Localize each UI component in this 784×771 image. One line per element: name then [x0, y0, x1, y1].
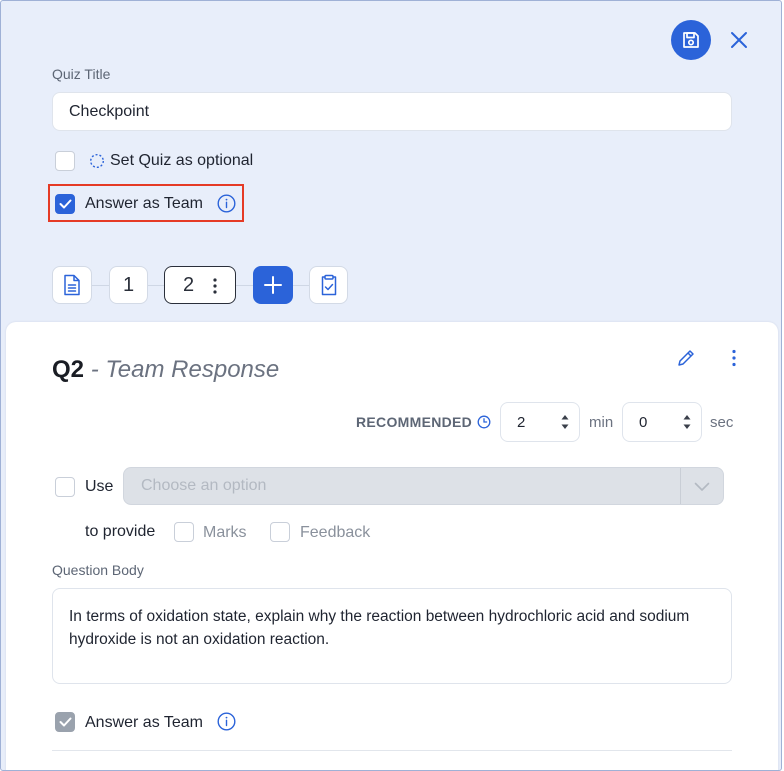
toolbar-connector [235, 285, 255, 286]
question-answer-as-team-label: Answer as Team [85, 714, 203, 731]
dotted-circle-icon [89, 153, 105, 169]
use-label: Use [85, 478, 114, 495]
question-tab-2[interactable]: 2 [164, 266, 236, 304]
minutes-value: 2 [517, 413, 526, 431]
quiz-title-label: Quiz Title [52, 66, 111, 82]
chevron-down-icon [694, 482, 710, 491]
stepper-arrows-icon[interactable] [683, 414, 691, 430]
toolbar-connector [292, 285, 310, 286]
provide-label: to provide [85, 523, 156, 540]
clipboard-check-icon [321, 274, 336, 296]
option-select-placeholder: Choose an option [141, 477, 267, 494]
clock-icon [477, 415, 491, 429]
select-divider [680, 468, 681, 504]
question-answer-as-team-checkbox[interactable] [55, 712, 75, 732]
marks-label: Marks [203, 524, 247, 541]
question-subtitle: - Team Response [90, 356, 280, 383]
marks-checkbox[interactable] [174, 522, 194, 542]
question-body-input[interactable]: In terms of oxidation state, explain why… [52, 588, 732, 684]
question-menu-icon[interactable] [731, 349, 737, 367]
toolbar-connector [147, 285, 165, 286]
use-checkbox[interactable] [55, 477, 75, 497]
answer-as-team-checkbox[interactable] [55, 194, 75, 214]
info-icon[interactable] [217, 712, 236, 731]
feedback-label: Feedback [300, 524, 371, 541]
toolbar-connector [91, 285, 111, 286]
question-card [6, 322, 778, 770]
recommended-label: RECOMMENDED [356, 414, 473, 430]
seconds-unit: sec [710, 414, 734, 431]
divider [52, 750, 732, 751]
close-button[interactable] [727, 28, 751, 52]
optional-checkbox[interactable] [55, 151, 75, 171]
add-question-button[interactable] [253, 266, 293, 304]
feedback-checkbox[interactable] [270, 522, 290, 542]
save-button[interactable] [671, 20, 711, 60]
question-body-label: Question Body [52, 562, 144, 578]
question-number: Q2 [52, 356, 85, 383]
answer-as-team-label: Answer as Team [85, 195, 203, 212]
seconds-value: 0 [639, 413, 648, 431]
question-heading: Q2 - Team Response [52, 356, 279, 384]
quiz-title-input[interactable]: Checkpoint [52, 92, 732, 131]
save-icon [683, 32, 699, 48]
check-icon [59, 199, 72, 209]
question-tab-2-label: 2 [183, 273, 195, 296]
quiz-review-button[interactable] [309, 266, 348, 304]
close-icon [731, 32, 747, 48]
quiz-editor-panel: Quiz Title Checkpoint Set Quiz as option… [0, 0, 782, 771]
document-icon [64, 274, 80, 296]
minutes-unit: min [589, 414, 614, 431]
plus-icon [264, 276, 282, 294]
edit-icon[interactable] [676, 348, 696, 368]
seconds-stepper[interactable]: 0 [622, 402, 702, 442]
optional-label: Set Quiz as optional [110, 152, 254, 169]
option-select[interactable]: Choose an option [123, 467, 724, 505]
check-icon [59, 717, 72, 727]
stepper-arrows-icon[interactable] [561, 414, 569, 430]
quiz-overview-button[interactable] [52, 266, 92, 304]
minutes-stepper[interactable]: 2 [500, 402, 580, 442]
kebab-menu-icon[interactable] [212, 277, 218, 295]
question-tab-1[interactable]: 1 [109, 266, 148, 304]
info-icon[interactable] [217, 194, 236, 213]
